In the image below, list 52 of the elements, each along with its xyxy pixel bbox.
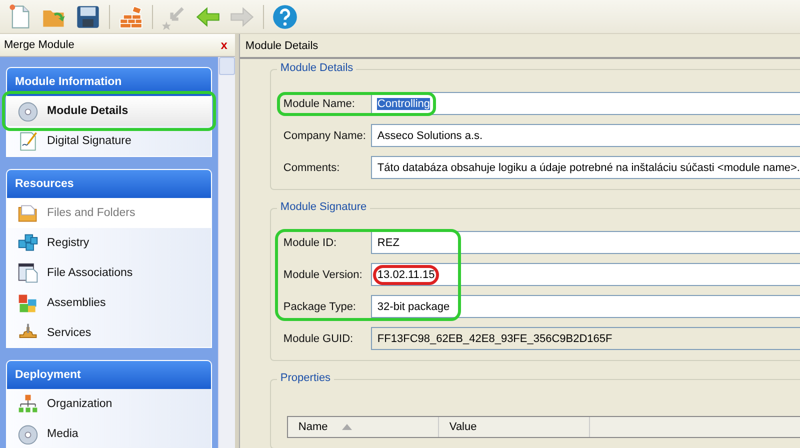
field-label: Module Version: xyxy=(283,268,364,280)
nav-item-label: File Associations xyxy=(47,266,133,278)
group-box-title: Properties xyxy=(277,372,334,384)
disc-icon xyxy=(17,100,39,122)
signed-document-icon xyxy=(17,130,39,152)
nav-item[interactable]: Module Details xyxy=(7,96,212,126)
scrollbar[interactable] xyxy=(218,57,236,448)
content-title: Module Details xyxy=(240,34,800,59)
nav-item[interactable]: Assemblies xyxy=(7,288,212,318)
nav-item[interactable]: File Associations xyxy=(7,258,212,288)
field-label: Comments: xyxy=(283,162,341,174)
group-box-title: Module Details xyxy=(277,62,356,74)
scroll-up-button[interactable] xyxy=(219,57,236,75)
column-header[interactable]: Value xyxy=(439,417,590,437)
group-header[interactable]: Deployment xyxy=(7,360,212,388)
nav-item-label: Digital Signature xyxy=(47,135,132,147)
input-field[interactable]: 32-bit package xyxy=(371,295,800,318)
field-label: Module ID: xyxy=(283,236,338,248)
bricks-icon xyxy=(118,4,144,30)
nav-item-label: Module Details xyxy=(47,105,128,117)
cubes-icon xyxy=(17,232,39,254)
window-icon xyxy=(17,262,39,284)
nav-item[interactable]: Digital Signature xyxy=(7,126,212,156)
input-field[interactable]: Controlling xyxy=(371,92,800,115)
input-field[interactable]: Asseco Solutions a.s. xyxy=(371,124,800,147)
disc-icon xyxy=(17,422,39,444)
column-header[interactable]: Name xyxy=(288,417,440,437)
input-field[interactable]: REZ xyxy=(371,231,800,254)
nav-item[interactable]: Media xyxy=(7,418,212,448)
nav-item-label: Registry xyxy=(47,236,90,248)
help-icon xyxy=(272,4,298,30)
field-label: Company Name: xyxy=(283,130,367,142)
nav-item-label: Services xyxy=(47,326,92,338)
field-label: Module Name: xyxy=(283,98,356,110)
field-label: Package Type: xyxy=(283,300,357,312)
close-button[interactable]: x xyxy=(218,38,230,52)
input-field[interactable]: FF13FC98_62EB_42E8_93FE_356C9B2D165F xyxy=(371,327,800,350)
nav-item[interactable]: Organization xyxy=(7,388,212,418)
sort-arrow-icon xyxy=(342,424,352,430)
nav-item[interactable]: Services xyxy=(7,318,212,346)
nav-item-label: Organization xyxy=(47,398,112,410)
nav-item[interactable]: Registry xyxy=(7,228,212,258)
field-label: Module GUID: xyxy=(283,332,354,344)
nav-item-label: Files and Folders xyxy=(47,206,136,218)
org-chart-icon xyxy=(17,392,39,414)
group-header[interactable]: Resources xyxy=(7,170,212,198)
group-box-title: Module Signature xyxy=(277,201,370,213)
nav-item-label: Media xyxy=(47,428,78,440)
nav-item-label: Assemblies xyxy=(47,296,106,308)
input-field[interactable]: Táto databáza obsahuje logiku a údaje potrebné na inštaláciu súčasti <module name>. xyxy=(371,156,800,179)
input-field[interactable]: 13.02.11.15 xyxy=(371,263,800,286)
panel-title: Merge Module xyxy=(4,39,74,51)
